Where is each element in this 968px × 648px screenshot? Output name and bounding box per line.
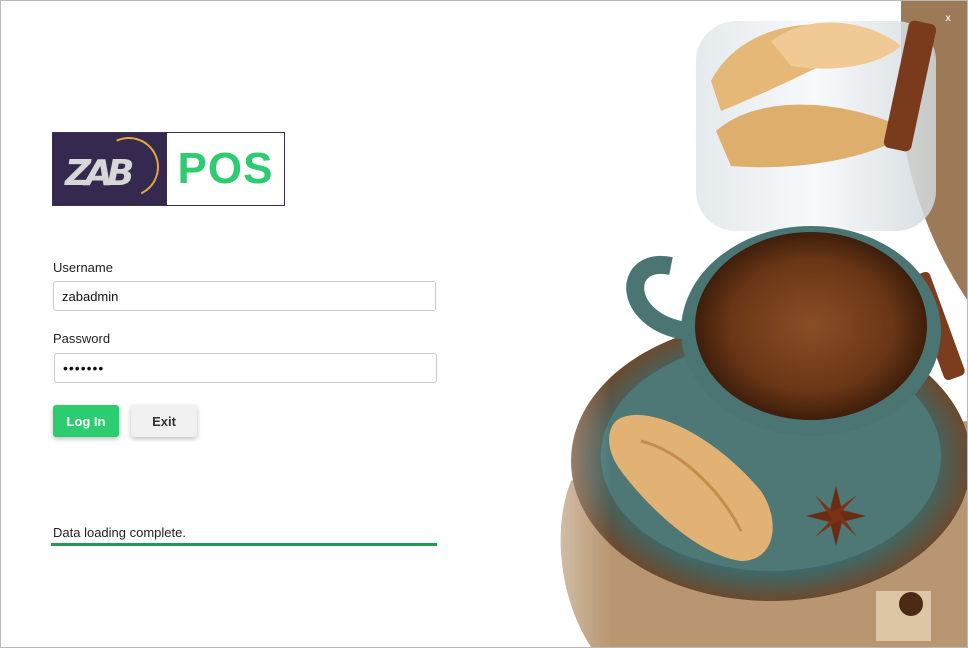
photo-fade	[471, 1, 611, 647]
logo-product-text: POS	[177, 144, 274, 193]
password-input[interactable]	[54, 353, 437, 383]
progress-bar	[51, 543, 437, 546]
coffee-croissant-photo	[471, 1, 967, 647]
progress-fill	[51, 543, 437, 546]
username-input[interactable]	[53, 281, 436, 311]
login-button[interactable]: Log In	[53, 405, 119, 437]
logo-product: POS	[167, 133, 284, 205]
close-icon[interactable]: x	[945, 13, 951, 24]
logo-mark: ZAB	[53, 128, 168, 206]
password-label: Password	[53, 331, 111, 346]
status-text: Data loading complete.	[53, 525, 186, 540]
logo-mark-text: ZAB	[65, 153, 134, 194]
zab-pos-logo: ZAB POS	[52, 128, 285, 206]
exit-button[interactable]: Exit	[131, 405, 197, 437]
username-label: Username	[53, 260, 113, 275]
login-window: x ZAB POS Username Password Log In Exit …	[0, 0, 968, 648]
